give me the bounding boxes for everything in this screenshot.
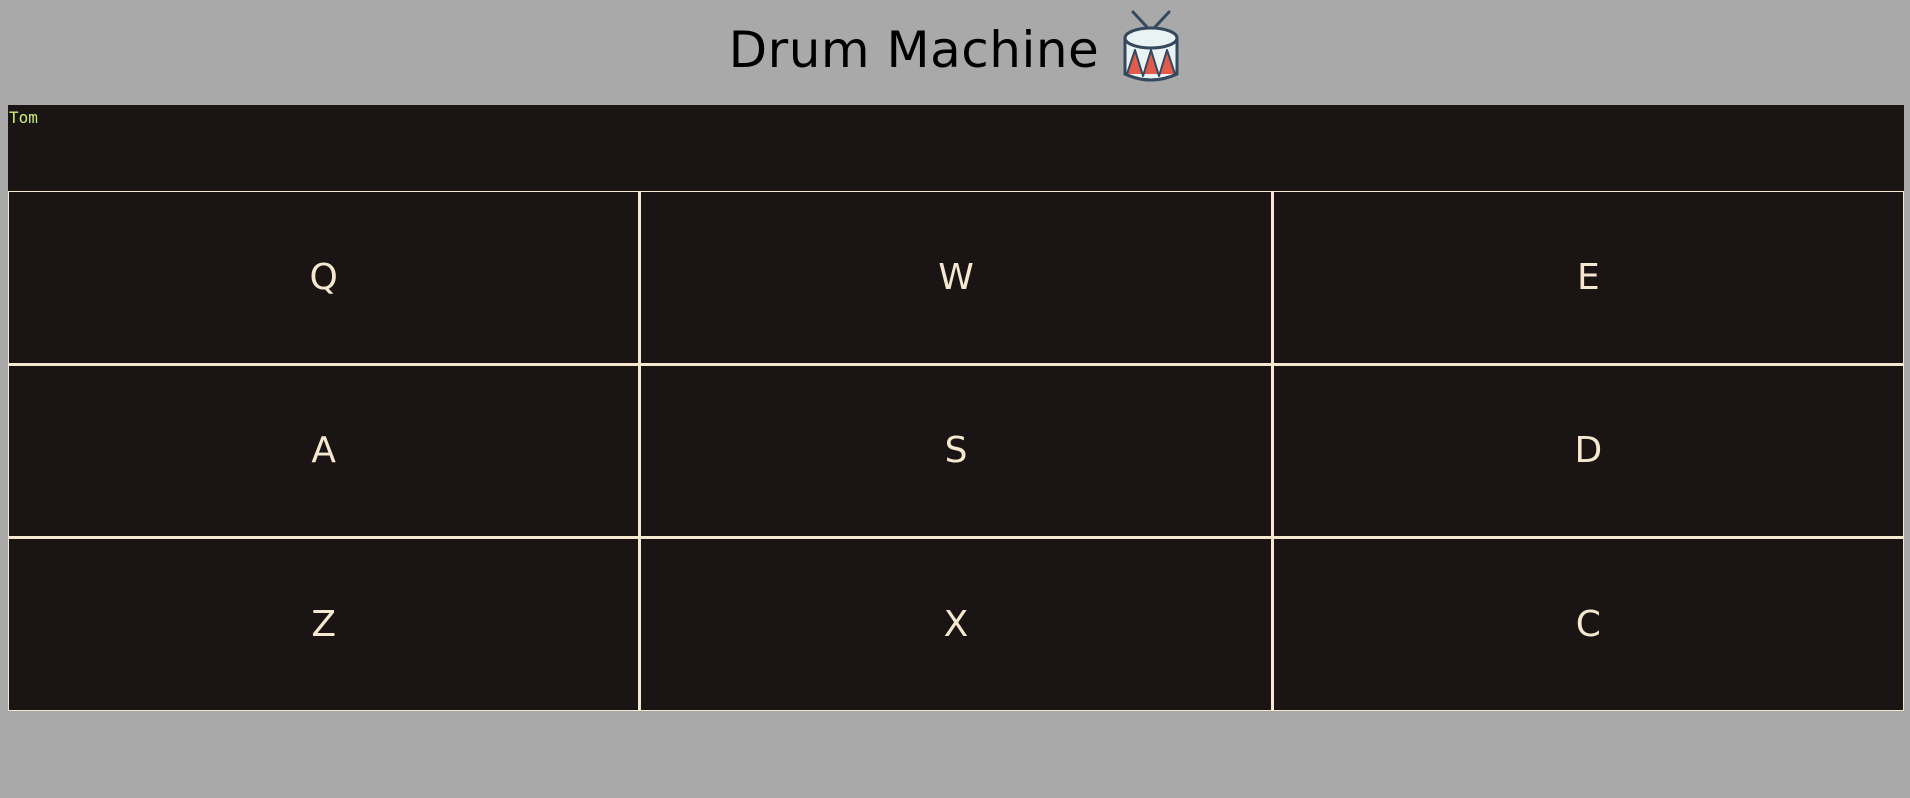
drum-pad-label: E [1576, 256, 1600, 298]
drum-icon [1123, 10, 1179, 82]
display-text: Tom [9, 108, 38, 127]
drum-pad-label: W [938, 256, 974, 298]
drum-pad-s[interactable]: S [641, 365, 1271, 537]
drum-pad-label: X [943, 604, 969, 646]
drum-pad-label: C [1575, 604, 1601, 646]
drum-pad-label: Z [311, 604, 336, 646]
drum-pad-label: A [311, 430, 336, 472]
drum-pad-label: D [1574, 430, 1603, 472]
drum-pad-w[interactable]: W [641, 192, 1271, 363]
page-title: Drum Machine [728, 21, 1100, 79]
drum-pad-d[interactable]: D [1273, 365, 1903, 537]
drum-pad-c[interactable]: C [1273, 539, 1903, 710]
drum-pad-label: Q [309, 256, 338, 298]
sound-display: Tom [8, 105, 1904, 191]
drum-pad-e[interactable]: E [1273, 192, 1903, 363]
drum-pad-q[interactable]: Q [9, 192, 639, 363]
drum-pad-grid: Q W E A S D Z X C [8, 191, 1904, 711]
drum-pad-label: S [944, 430, 968, 472]
drum-pad-z[interactable]: Z [9, 539, 639, 710]
drum-pad-a[interactable]: A [9, 365, 639, 537]
drum-pad-x[interactable]: X [641, 539, 1271, 710]
page-header: Drum Machine [0, 0, 1910, 100]
